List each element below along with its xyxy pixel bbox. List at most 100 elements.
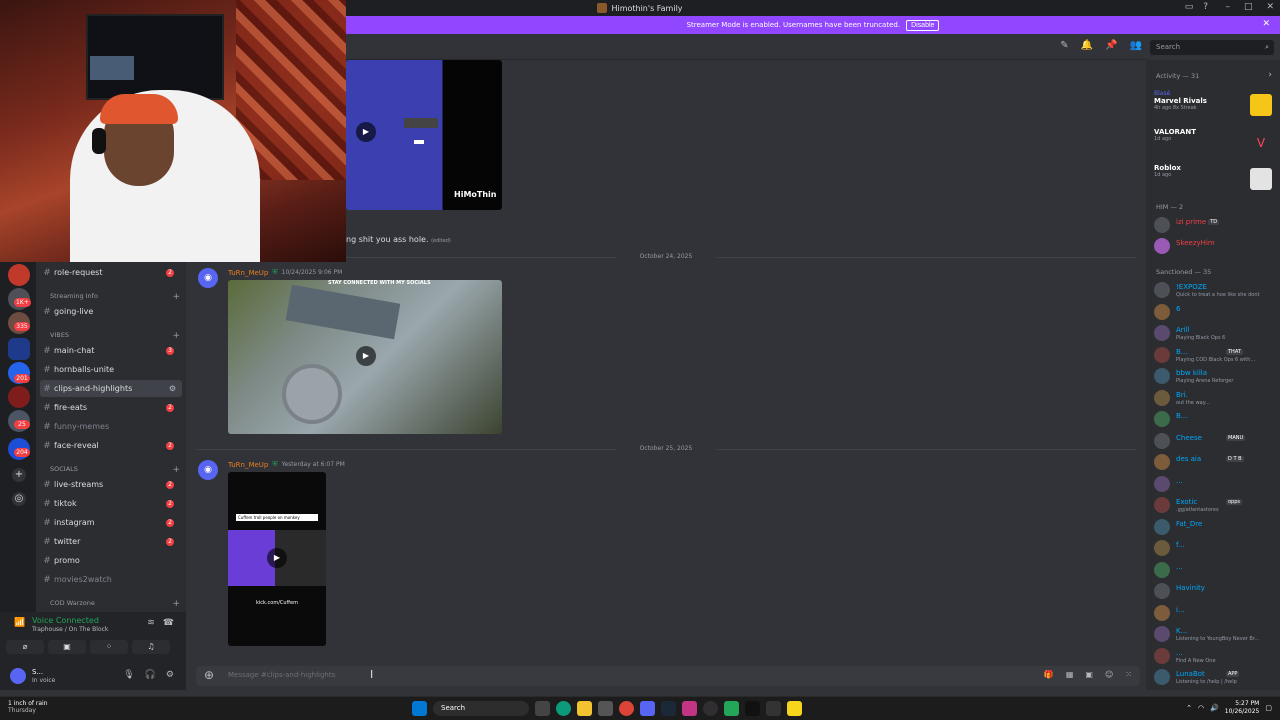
message-author[interactable]: TuRn_MeUp [228,269,268,277]
message-input[interactable]: Message #clips-and-highlights [228,671,335,679]
channel-going-live[interactable]: # going-live [40,303,182,320]
screen-share-button[interactable]: ▣ [48,640,86,654]
message-composer[interactable]: ⊕ Message #clips-and-highlights 🎁 ▦ ▣ ☺ … [196,666,1140,686]
channel-twitter[interactable]: # twitter 2 [40,533,182,550]
volume-icon[interactable]: 🔊 [1210,704,1219,712]
category-socials[interactable]: SOCIALS + [50,465,180,475]
task-view-icon[interactable] [535,701,550,716]
channel-funny-memes[interactable]: # funny-memes [40,418,182,435]
headphones-icon[interactable]: 🎧 [145,670,156,680]
member-item[interactable]: Cheese MANU [1154,431,1278,451]
member-item[interactable]: LunaBot APP Listening to /help | /help [1154,667,1278,687]
banner-close-icon[interactable]: ✕ [1262,19,1270,29]
channel-role-request[interactable]: # role-request 2 [40,264,182,281]
file-explorer-icon[interactable] [577,701,592,716]
close-icon[interactable]: ✕ [1266,2,1274,12]
add-attachment-icon[interactable]: ⊕ [204,668,214,682]
member-item[interactable]: Fat_Dre [1154,517,1278,537]
inbox-icon[interactable]: ▭ [1185,2,1194,12]
wifi-icon[interactable]: ◠ [1198,704,1204,712]
app-icon[interactable] [766,701,781,716]
signal-icon[interactable]: 📶 [14,618,25,628]
taskbar-search[interactable]: Search [433,701,529,716]
discord-icon[interactable] [640,701,655,716]
chrome-icon[interactable] [619,701,634,716]
gift-icon[interactable]: 🎁 [1044,670,1054,679]
search-input[interactable]: Search ⌕ [1150,40,1274,55]
video-attachment-2[interactable]: Cuffem troll people on monkey ▶ kick.com… [228,472,326,646]
instagram-icon[interactable] [682,701,697,716]
member-item[interactable]: izi prime TD [1154,215,1278,235]
channel-instagram[interactable]: # instagram 2 [40,514,182,531]
member-item[interactable]: Bri. out the way... [1154,388,1278,408]
member-item[interactable]: ... [1154,474,1278,494]
member-item[interactable]: 6 [1154,302,1278,322]
notification-bell-icon[interactable]: 🔔 [1081,40,1093,51]
weather-widget[interactable]: 1 inch of rain Thursday [8,700,48,714]
disconnect-icon[interactable]: ☎ [163,618,174,628]
threads-icon[interactable]: ✎ [1060,40,1068,51]
store-icon[interactable] [598,701,613,716]
channel-fire-eats[interactable]: # fire-eats 2 [40,399,182,416]
member-item[interactable]: K... Listening to YoungBoy Never Br... [1154,624,1278,644]
user-name[interactable]: S... [32,668,43,676]
activities-button[interactable]: ⁘ [90,640,128,654]
noise-suppression-icon[interactable]: ≋ [147,618,155,628]
avatar[interactable]: ◉ [198,268,218,288]
play-icon[interactable]: ▶ [267,548,287,568]
channel-tiktok[interactable]: # tiktok 2 [40,495,182,512]
discover-icon[interactable]: ◎ [12,492,26,506]
gif-icon[interactable]: ▦ [1066,670,1074,679]
edge-icon[interactable] [556,701,571,716]
camera-button[interactable]: ⌀ [6,640,44,654]
member-item[interactable]: des aia D T B [1154,452,1278,472]
apps-icon[interactable]: ⁙ [1125,670,1132,679]
video-attachment-1[interactable]: STAY CONNECTED WITH MY SOCIALS ▶ [228,280,502,434]
help-icon[interactable]: ? [1203,2,1208,12]
chevron-right-icon[interactable]: › [1268,70,1272,80]
channel-clips-and-highlights[interactable]: # clips-and-highlights ⚙ [40,380,182,397]
channel-movies2watch[interactable]: # movies2watch [40,571,182,588]
sticky-notes-icon[interactable] [787,701,802,716]
add-server-icon[interactable]: + [12,468,26,482]
member-item[interactable]: i... [1154,603,1278,623]
voice-channel[interactable]: Traphouse / On The Block [32,626,108,633]
notification-icon[interactable]: ▢ [1265,704,1272,712]
server-icon[interactable] [8,386,30,408]
channel-face-reveal[interactable]: # face-reveal 2 [40,437,182,454]
play-icon[interactable]: ▶ [356,346,376,366]
member-item[interactable]: SkeezyHim [1154,236,1278,256]
member-item[interactable]: Arill Playing Black Ops 6 [1154,323,1278,343]
activity-item[interactable]: Roblox 1d ago [1154,164,1274,196]
emoji-icon[interactable]: ☺ [1105,670,1113,679]
clock[interactable]: 5:27 PM 10/26/2025 [1225,700,1260,716]
pin-icon[interactable]: 📌 [1105,40,1117,51]
server-folder[interactable] [8,338,30,360]
tray-chevron-icon[interactable]: ⌃ [1186,704,1192,712]
member-list-icon[interactable]: 👥 [1130,40,1142,51]
video-attachment-top[interactable]: ▶ HiMoThin [346,60,502,210]
maximize-icon[interactable]: □ [1244,2,1253,12]
category-vibes[interactable]: VIBES + [50,331,180,341]
steam-icon[interactable] [661,701,676,716]
member-item[interactable]: bbw killa Playing Arena Reforger [1154,366,1278,386]
activity-item[interactable]: Blasé Marvel Rivals 4h ago 8x Streak [1154,90,1274,122]
soundboard-button[interactable]: ♫ [132,640,170,654]
category-streaming-info[interactable]: Streaming Info + [50,292,180,302]
windows-start-icon[interactable] [412,701,427,716]
voice-status[interactable]: Voice Connected [32,616,99,625]
activity-item[interactable]: VALORANT 1d ago V [1154,128,1274,160]
member-item[interactable]: !EXPOZE Quick to treat a hoe like she don… [1154,280,1278,300]
avatar[interactable]: ◉ [198,460,218,480]
member-item[interactable]: f... [1154,538,1278,558]
member-item[interactable]: ... Find A New One [1154,646,1278,666]
minimize-icon[interactable]: – [1225,2,1230,12]
gear-icon[interactable]: ⚙ [169,384,176,393]
microphone-icon[interactable]: 🎙 [123,670,134,680]
member-item[interactable]: B... THAT Playing COD Black Ops 6 with... [1154,345,1278,365]
avatar[interactable] [10,668,26,684]
channel-main-chat[interactable]: # main-chat 3 [40,342,182,359]
message-author[interactable]: TuRn_MeUp [228,461,268,469]
member-item[interactable]: mandybabyTHAT [1154,689,1278,691]
tiktok-icon[interactable] [745,701,760,716]
